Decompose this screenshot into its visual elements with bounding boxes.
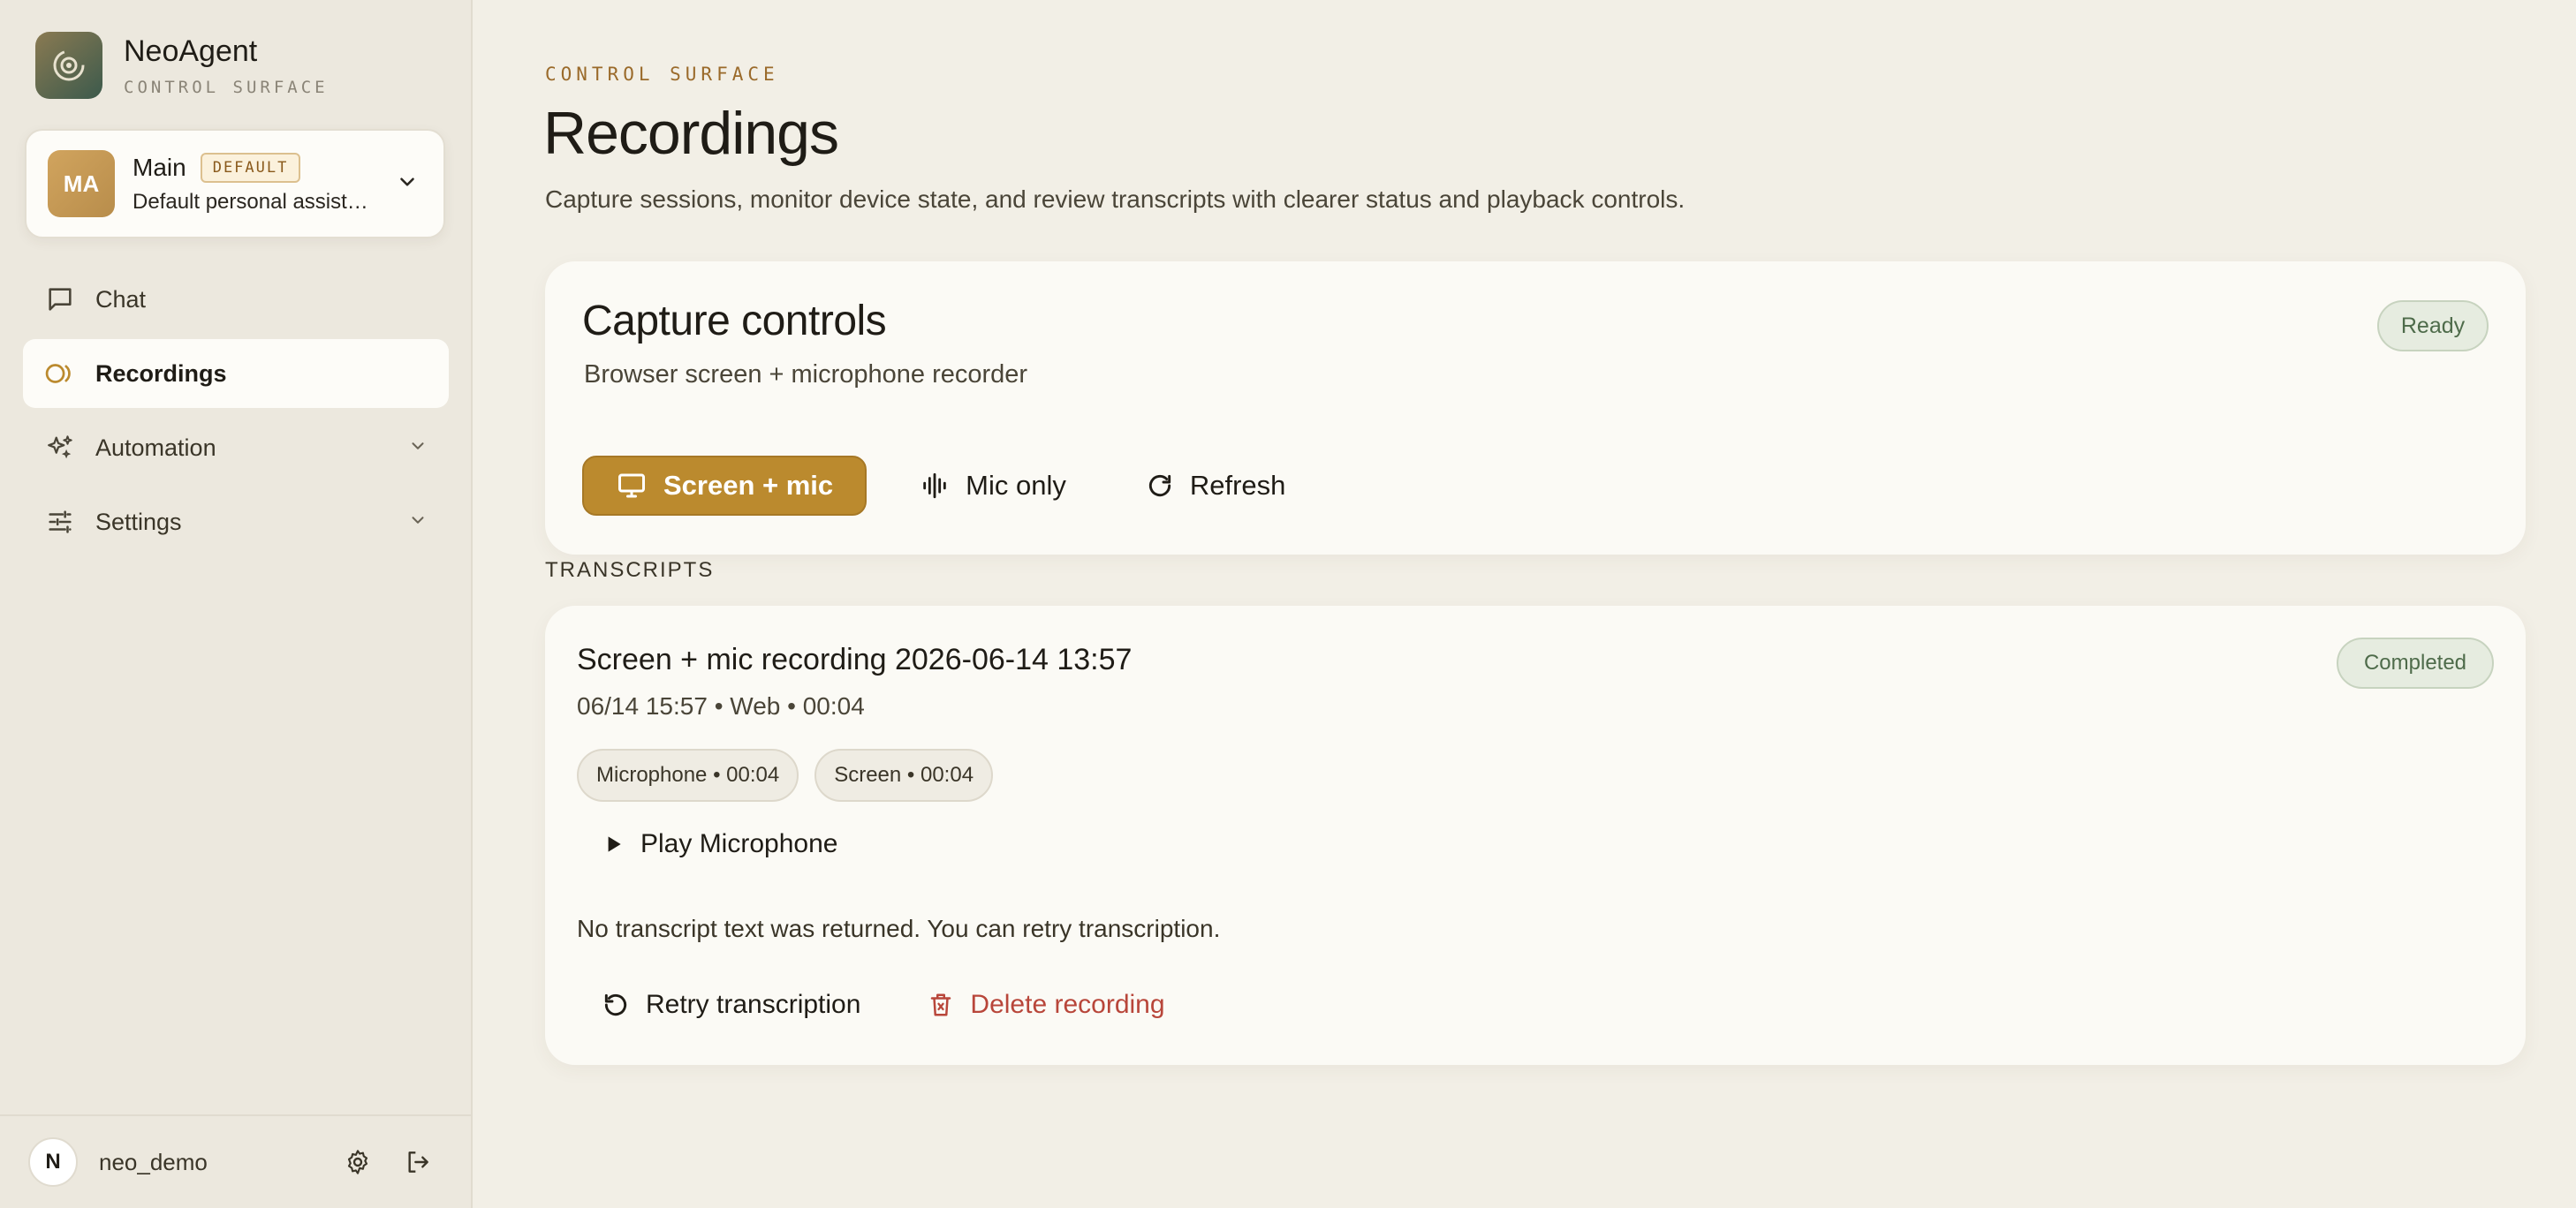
sidebar-item-recordings[interactable]: Recordings xyxy=(23,339,449,408)
avatar[interactable]: N xyxy=(28,1137,78,1187)
user-actions xyxy=(340,1144,436,1180)
delete-recording-button[interactable]: Delete recording xyxy=(903,977,1189,1033)
user-name: neo_demo xyxy=(99,1148,208,1175)
recording-meta: 06/14 15:57 • Web • 00:04 xyxy=(577,692,865,720)
agent-top: Main DEFAULT xyxy=(133,153,389,183)
capture-title: Capture controls xyxy=(582,298,887,344)
screen-mic-label: Screen + mic xyxy=(663,470,834,501)
capture-controls-card: Capture controls Browser screen + microp… xyxy=(545,261,2526,555)
sliders-icon xyxy=(42,504,78,540)
chevron-down-icon xyxy=(408,434,428,462)
recordings-icon xyxy=(42,356,78,391)
sidebar-item-settings[interactable]: Settings xyxy=(23,487,449,556)
recording-tracks: Microphone • 00:04 Screen • 00:04 xyxy=(577,749,994,802)
play-icon xyxy=(602,833,625,856)
delete-label: Delete recording xyxy=(970,990,1165,1019)
play-microphone-button[interactable]: Play Microphone xyxy=(602,818,837,871)
transcripts-section-label: TRANSCRIPTS xyxy=(545,558,715,582)
user-bar: N neo_demo xyxy=(0,1114,471,1208)
sidebar-item-label: Settings xyxy=(95,508,182,535)
play-label: Play Microphone xyxy=(640,829,838,858)
retry-icon xyxy=(602,991,630,1019)
agent-default-badge: DEFAULT xyxy=(200,153,301,183)
agent-name: Main xyxy=(133,154,186,181)
status-badge: Ready xyxy=(2377,300,2489,351)
chevron-down-icon xyxy=(408,509,428,536)
retry-transcription-button[interactable]: Retry transcription xyxy=(577,977,885,1033)
transcript-message: No transcript text was returned. You can… xyxy=(577,915,1221,942)
trash-icon xyxy=(928,991,954,1019)
refresh-button[interactable]: Refresh xyxy=(1119,456,1313,516)
chevron-down-icon[interactable] xyxy=(396,170,419,198)
mic-only-label: Mic only xyxy=(966,470,1066,501)
sidebar-nav: Chat Recordings Automation Settings xyxy=(23,265,449,562)
capture-subtitle: Browser screen + microphone recorder xyxy=(584,360,1028,389)
sidebar: NeoAgent CONTROL SURFACE MA Main DEFAULT… xyxy=(0,0,473,1208)
page-eyebrow: CONTROL SURFACE xyxy=(545,64,779,85)
recording-title: Screen + mic recording 2026-06-14 13:57 xyxy=(577,643,1133,676)
track-chip-screen: Screen • 00:04 xyxy=(814,749,994,802)
agent-logo-icon xyxy=(35,32,102,99)
audio-waveform-icon xyxy=(920,471,950,501)
transcript-actions: Retry transcription Delete recording xyxy=(577,977,1190,1033)
brand[interactable]: NeoAgent CONTROL SURFACE xyxy=(35,32,329,99)
screen-mic-button[interactable]: Screen + mic xyxy=(582,456,868,516)
refresh-icon xyxy=(1146,472,1174,500)
sidebar-item-automation[interactable]: Automation xyxy=(23,413,449,482)
sidebar-item-label: Recordings xyxy=(95,359,227,387)
transcript-card: Screen + mic recording 2026-06-14 13:57 … xyxy=(545,606,2526,1065)
page-title: Recordings xyxy=(543,100,839,167)
refresh-label: Refresh xyxy=(1189,470,1286,501)
logout-icon[interactable] xyxy=(400,1144,436,1180)
capture-button-row: Screen + mic Mic only Refresh xyxy=(582,456,1312,516)
agent-info: Main DEFAULT Default personal assistant xyxy=(133,153,389,215)
track-chip-microphone: Microphone • 00:04 xyxy=(577,749,799,802)
agent-avatar: MA xyxy=(48,150,115,217)
monitor-icon xyxy=(616,470,648,502)
agent-description: Default personal assistant xyxy=(133,190,371,214)
status-badge: Completed xyxy=(2337,638,2494,689)
agent-selector[interactable]: MA Main DEFAULT Default personal assista… xyxy=(25,129,445,238)
sparkles-icon xyxy=(42,430,78,465)
chat-bubble-icon xyxy=(42,282,78,317)
sidebar-item-label: Chat xyxy=(95,285,147,313)
page-subtitle: Capture sessions, monitor device state, … xyxy=(545,185,1686,213)
sidebar-item-chat[interactable]: Chat xyxy=(23,265,449,334)
retry-label: Retry transcription xyxy=(646,990,861,1019)
brand-name: NeoAgent xyxy=(124,34,258,68)
sidebar-item-label: Automation xyxy=(95,434,216,461)
mic-only-button[interactable]: Mic only xyxy=(893,456,1093,516)
main-content: CONTROL SURFACE Recordings Capture sessi… xyxy=(473,0,2576,1208)
brand-text: NeoAgent CONTROL SURFACE xyxy=(124,34,329,97)
gear-icon[interactable] xyxy=(340,1144,375,1180)
brand-subtitle: CONTROL SURFACE xyxy=(124,77,329,97)
